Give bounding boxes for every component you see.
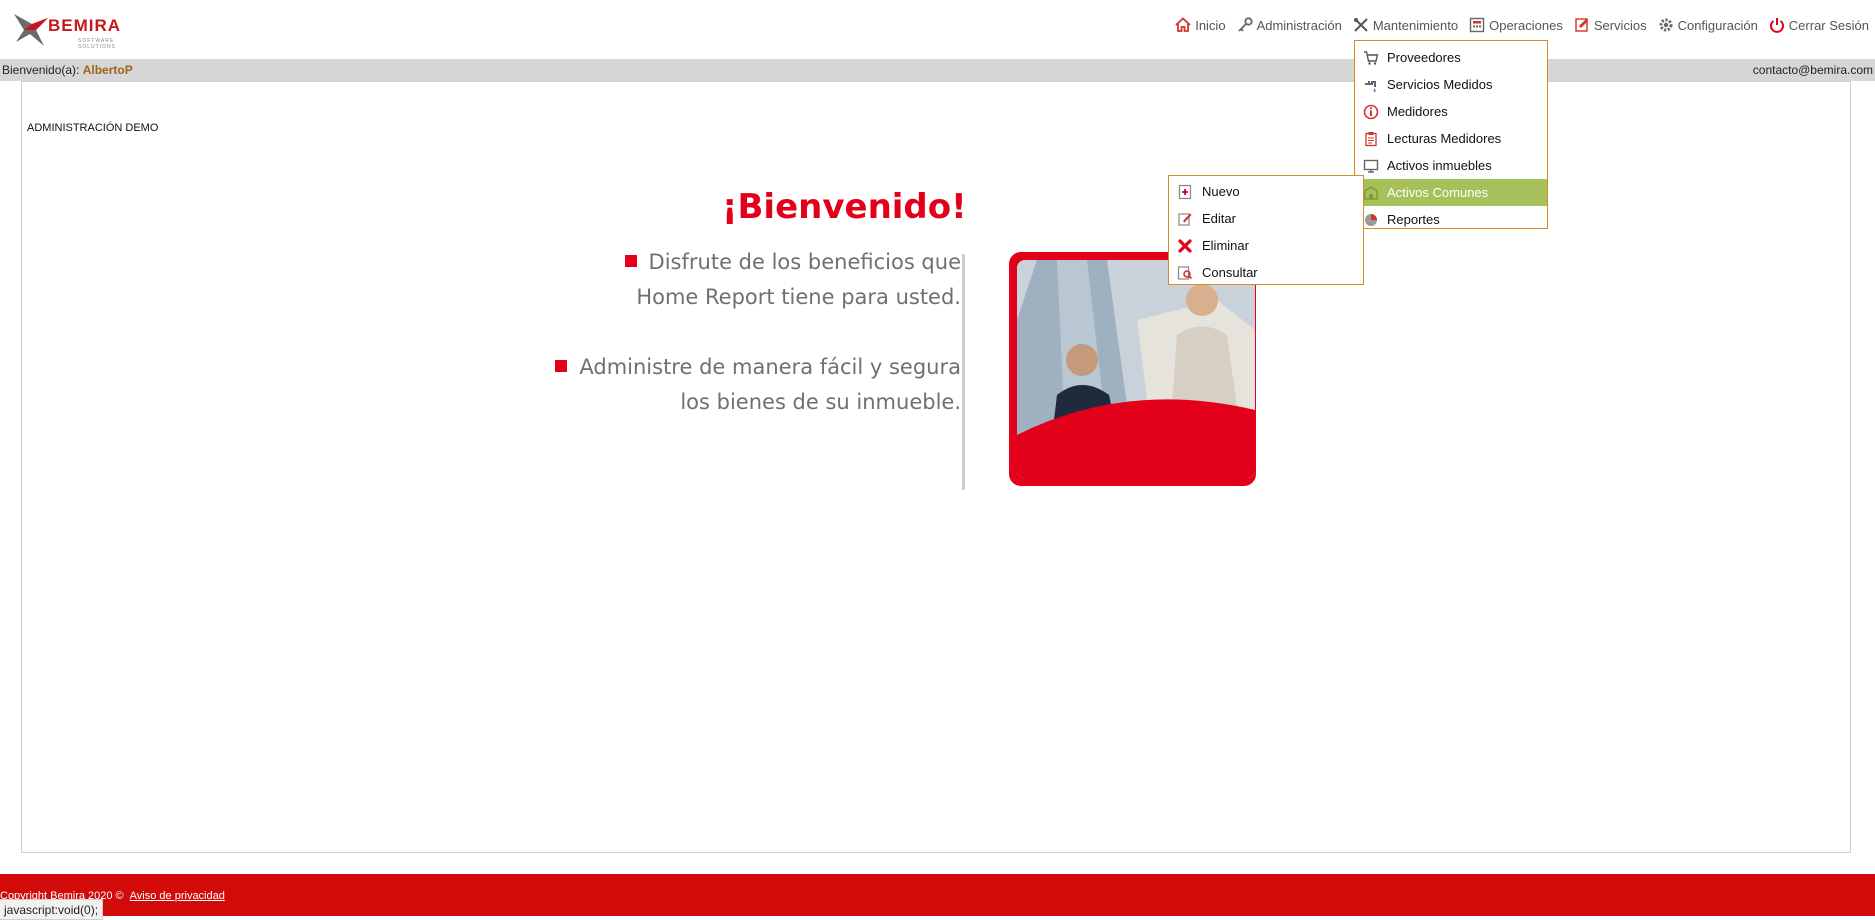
nav-configuracion-label: Configuración — [1677, 17, 1758, 33]
menu-item-lecturas-medidores[interactable]: Lecturas Medidores — [1355, 125, 1547, 152]
cart-icon — [1364, 50, 1379, 65]
hero-line-4-text: los bienes de su inmueble. — [680, 390, 961, 414]
menu-item-activos-inmuebles[interactable]: Activos inmuebles — [1355, 152, 1547, 179]
nav-configuracion[interactable]: Configuración — [1658, 17, 1758, 33]
hero-line-1: Disfrute de los beneficios que — [624, 250, 961, 274]
handshake-photo-image — [1017, 260, 1255, 478]
clipboard-icon — [1365, 131, 1377, 146]
key-icon — [1237, 17, 1253, 32]
hero-line-3-text: Administre de manera fácil y segura — [579, 355, 961, 379]
hero-line-2-text: Home Report tiene para usted. — [636, 285, 961, 309]
nav-servicios[interactable]: Servicios — [1574, 17, 1647, 33]
brand-tagline: SOFTWARE SOLUTIONS — [78, 38, 116, 50]
submenu-item-editar[interactable]: Editar — [1169, 205, 1363, 232]
menu-item-proveedores[interactable]: Proveedores — [1355, 44, 1547, 71]
faucet-icon — [1365, 80, 1376, 93]
nav-cerrar-sesion[interactable]: Cerrar Sesión — [1769, 17, 1869, 33]
menu-item-medidores[interactable]: Medidores — [1355, 98, 1547, 125]
welcome-bar: Bienvenido(a): AlbertoP contacto@bemira.… — [0, 59, 1875, 81]
top-navigation: Inicio Administración Mantenimiento Oper… — [1175, 17, 1869, 33]
hero-line-3: Administre de manera fácil y segura — [555, 355, 961, 379]
submenu-item-consultar[interactable]: Consultar — [1169, 259, 1363, 286]
main-panel: ADMINISTRACIÓN DEMO ¡Bienvenido! Disfrut… — [21, 81, 1851, 853]
submenu-item-nuevo-label: Nuevo — [1202, 184, 1240, 199]
hero-line-1-text: Disfrute de los beneficios que — [648, 250, 961, 274]
privacy-link[interactable]: Aviso de privacidad — [130, 890, 225, 902]
bullet-icon — [555, 360, 568, 372]
header: BEMIRA SOFTWARE SOLUTIONS Inicio Adminis… — [0, 0, 1875, 60]
welcome-username: AlbertoP — [82, 63, 133, 77]
pie-chart-icon — [1365, 213, 1377, 226]
search-icon — [1177, 265, 1193, 280]
menu-item-servicios-medidos[interactable]: Servicios Medidos — [1355, 71, 1547, 98]
hero-line-4: los bienes de su inmueble. — [680, 390, 961, 414]
monitor-icon — [1363, 159, 1379, 173]
bemira-logo[interactable]: BEMIRA SOFTWARE SOLUTIONS — [10, 8, 140, 50]
nav-mantenimiento[interactable]: Mantenimiento — [1353, 17, 1458, 33]
menu-item-reportes[interactable]: Reportes — [1355, 206, 1547, 233]
nav-administracion[interactable]: Administración — [1237, 17, 1342, 33]
mantenimiento-dropdown: Proveedores Servicios Medidos Medidores … — [1354, 40, 1548, 229]
menu-item-activos-comunes-label: Activos Comunes — [1387, 185, 1489, 200]
submenu-item-eliminar-label: Eliminar — [1202, 238, 1249, 253]
edit-icon — [1178, 212, 1192, 226]
brand-name: BEMIRA — [48, 16, 122, 35]
company-label: ADMINISTRACIÓN DEMO — [27, 122, 159, 134]
home-icon — [1175, 17, 1191, 32]
menu-item-lecturas-medidores-label: Lecturas Medidores — [1387, 131, 1502, 146]
star-logo-icon — [10, 8, 52, 50]
menu-item-activos-inmuebles-label: Activos inmuebles — [1387, 158, 1492, 173]
submenu-item-editar-label: Editar — [1202, 211, 1236, 226]
handshake-photo — [1009, 252, 1256, 486]
status-bar-url: javascript:void(0); — [0, 899, 104, 920]
menu-item-proveedores-label: Proveedores — [1387, 50, 1461, 65]
menu-item-reportes-label: Reportes — [1387, 212, 1440, 227]
menu-item-activos-comunes[interactable]: Activos Comunes — [1355, 179, 1547, 206]
nav-cerrar-sesion-label: Cerrar Sesión — [1788, 17, 1869, 33]
menu-item-servicios-medidos-label: Servicios Medidos — [1387, 77, 1493, 92]
nav-servicios-label: Servicios — [1593, 17, 1647, 33]
contact-email: contacto@bemira.com — [1752, 63, 1873, 77]
delete-icon — [1178, 238, 1192, 253]
welcome-prefix: Bienvenido(a): — [2, 63, 83, 77]
services-icon — [1575, 18, 1588, 32]
hero-title: ¡Bienvenido! — [722, 187, 967, 227]
tools-icon — [1353, 18, 1368, 32]
submenu-item-nuevo[interactable]: Nuevo — [1169, 178, 1363, 205]
gear-icon — [1659, 18, 1673, 32]
activos-comunes-submenu: Nuevo Editar Eliminar Consultar — [1168, 175, 1364, 285]
new-icon — [1178, 184, 1192, 199]
welcome-greeting: Bienvenido(a): AlbertoP — [2, 63, 133, 77]
nav-mantenimiento-label: Mantenimiento — [1372, 17, 1459, 33]
building-icon — [1364, 185, 1378, 200]
menu-item-medidores-label: Medidores — [1387, 104, 1448, 119]
footer: Copyright Bemira 2020 © Aviso de privacid… — [0, 874, 1875, 916]
bullet-icon — [624, 255, 637, 267]
nav-inicio-label: Inicio — [1195, 17, 1226, 33]
calculator-icon — [1469, 17, 1485, 33]
power-icon — [1769, 18, 1784, 33]
nav-operaciones-label: Operaciones — [1489, 17, 1563, 33]
submenu-item-consultar-label: Consultar — [1202, 265, 1258, 280]
nav-inicio[interactable]: Inicio — [1175, 17, 1226, 33]
nav-operaciones[interactable]: Operaciones — [1469, 17, 1563, 33]
info-icon — [1363, 104, 1379, 119]
hero-line-2: Home Report tiene para usted. — [636, 285, 961, 309]
submenu-item-eliminar[interactable]: Eliminar — [1169, 232, 1363, 259]
hero-divider — [962, 254, 965, 490]
nav-administracion-label: Administración — [1256, 17, 1342, 33]
